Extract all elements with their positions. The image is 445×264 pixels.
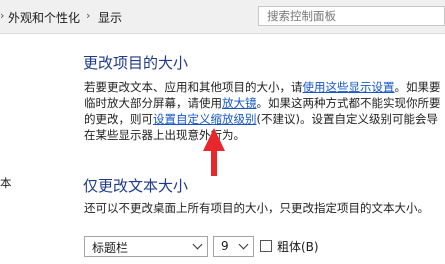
bold-checkbox[interactable] [260,240,272,252]
arrow-shaft [211,149,217,176]
size-select[interactable]: 9 [213,236,254,257]
arrow-head [203,128,225,151]
item-select-value: 标题栏 [92,241,129,255]
chevron-down-icon [238,239,249,250]
item-select[interactable]: 标题栏 [84,236,208,257]
size-select-value: 9 [221,239,229,253]
chevron-down-icon [192,239,203,250]
red-arrow-annotation [203,128,225,176]
side-fragment-text: 本 [0,176,12,190]
bold-label[interactable]: 粗体(B) [277,238,319,255]
text-size-description: 还可以不更改桌面上所有项目的大小，只更改指定项目的文本大小。 [84,201,429,215]
change-text-size-heading: 仅更改文本大小 [83,177,189,195]
